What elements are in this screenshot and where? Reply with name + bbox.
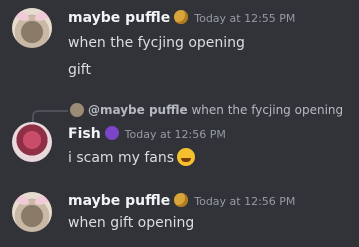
timestamp: Today at 12:55 PM bbox=[194, 12, 296, 25]
message-author-header: maybe puffle Today at 12:55 PM bbox=[68, 10, 295, 26]
smirk-badge-icon bbox=[174, 193, 189, 207]
reply-avatar-icon bbox=[70, 103, 84, 117]
message-text: when gift opening bbox=[68, 215, 195, 231]
message-text: i scam my fans bbox=[68, 150, 175, 166]
devil-badge-icon bbox=[104, 126, 119, 140]
fish-avatar-icon[interactable] bbox=[12, 122, 52, 162]
message-author-header: Fish Today at 12:56 PM bbox=[68, 126, 226, 142]
message-text-row: i scam my fans bbox=[68, 148, 196, 166]
reply-preview[interactable]: @maybe puffle when the fycjing opening bbox=[70, 103, 343, 117]
cat-avatar-icon[interactable] bbox=[12, 8, 52, 48]
timestamp: Today at 12:56 PM bbox=[194, 195, 296, 208]
message-author-header: maybe puffle Today at 12:56 PM bbox=[68, 193, 295, 209]
reply-text: when the fycjing opening bbox=[191, 103, 344, 117]
author-name[interactable]: maybe puffle bbox=[68, 193, 170, 209]
laughing-emoji-icon bbox=[177, 148, 196, 166]
smirk-badge-icon bbox=[174, 10, 189, 24]
author-name[interactable]: Fish bbox=[68, 126, 101, 142]
timestamp: Today at 12:56 PM bbox=[124, 128, 226, 141]
reply-author[interactable]: @maybe puffle bbox=[88, 103, 188, 117]
message-text: when the fycjing opening bbox=[68, 35, 245, 51]
message-text: gift bbox=[68, 62, 91, 78]
cat-avatar-icon[interactable] bbox=[12, 192, 52, 232]
author-name[interactable]: maybe puffle bbox=[68, 10, 170, 26]
